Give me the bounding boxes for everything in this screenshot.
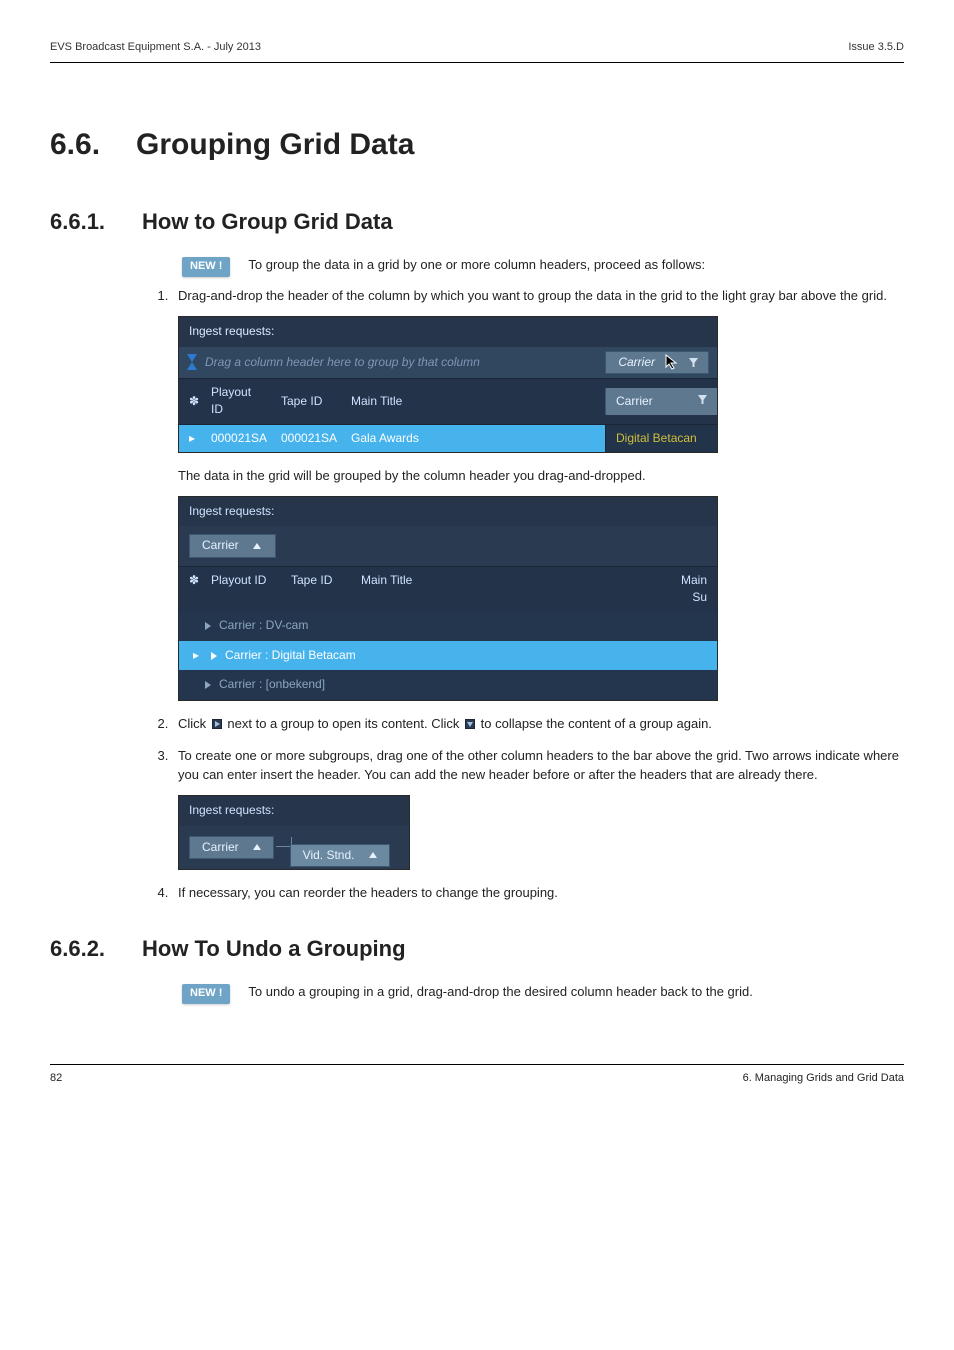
footer-section: 6. Managing Grids and Grid Data [743,1071,904,1087]
page-header-left: EVS Broadcast Equipment S.A. - July 2013 [50,40,261,56]
step-2-text-b: next to a group to open its content. Cli… [227,716,459,731]
section-title: Grouping Grid Data [136,123,414,167]
shot2-header-row: ✽ Playout ID Tape ID Main Title Main Su [179,566,717,612]
screenshot-2: Ingest requests: Carrier ✽ Playout ID Ta… [178,496,718,701]
page-header-right: Issue 3.5.D [848,40,904,56]
shot3-chip-carrier[interactable]: Carrier [189,836,274,859]
group-row-onbekend[interactable]: Carrier : [onbekend] [179,670,717,699]
col-main-su[interactable]: Main Su [657,567,717,612]
chip-label: Carrier [202,839,239,856]
shot2-title: Ingest requests: [179,497,717,526]
shot3-title: Ingest requests: [179,796,409,825]
expand-right-icon [212,719,222,729]
insert-arrows-icon [187,354,197,370]
step-3-text: To create one or more subgroups, drag on… [178,748,899,782]
subsection-heading-1: 6.6.1. How to Group Grid Data [50,206,904,238]
col-main-title[interactable]: Main Title [351,567,657,612]
screenshot-3: Ingest requests: Carrier Vid. Stnd. [178,795,410,870]
intro-text-1: To group the data in a grid by one or mo… [248,256,904,275]
sort-ascending-icon [253,844,261,850]
step-4-text: If necessary, you can reorder the header… [178,885,558,900]
intro-text-2: To undo a grouping in a grid, drag-and-d… [248,983,904,1002]
chip-label: Vid. Stnd. [303,847,355,864]
step-1-text: Drag-and-drop the header of the column b… [178,288,887,303]
shot3-chip-vidstnd[interactable]: Vid. Stnd. [290,844,390,867]
row-marker-icon: ▸ [193,647,203,664]
step-3: To create one or more subgroups, drag on… [172,747,904,869]
subsection-number-2: 6.6.2. [50,933,118,965]
subsection-heading-2: 6.6.2. How To Undo a Grouping [50,933,904,965]
shot1-carrier-chip[interactable]: Carrier [605,351,709,374]
group-label: Carrier : Digital Betacam [225,647,356,664]
star-column-icon[interactable]: ✽ [179,388,201,415]
expand-icon[interactable] [205,622,211,630]
col-playout[interactable]: Playout ID [201,379,271,424]
after-shot1-text: The data in the grid will be grouped by … [178,467,904,486]
group-row-dvcam[interactable]: Carrier : DV-cam [179,611,717,640]
subsection-number-1: 6.6.1. [50,206,118,238]
filter-icon [689,358,698,367]
cell-main-title: Gala Awards [341,425,605,452]
page-number: 82 [50,1071,62,1087]
group-label: Carrier : DV-cam [219,617,308,634]
expand-icon[interactable] [205,681,211,689]
carrier-chip-label: Carrier [618,354,655,371]
section-number: 6.6. [50,123,100,167]
group-row-digital-betacam[interactable]: ▸ Carrier : Digital Betacam [179,641,717,670]
subsection-title-2: How To Undo a Grouping [142,933,406,965]
shot2-group-bar[interactable]: Carrier [179,526,717,565]
shot1-dropzone[interactable]: Drag a column header here to group by th… [179,347,717,378]
shot1-header-row: ✽ Playout ID Tape ID Main Title Carrier [179,378,717,424]
step-4: If necessary, you can reorder the header… [172,884,904,903]
shot2-carrier-chip[interactable]: Carrier [189,534,276,557]
shot1-data-row[interactable]: ▸ 000021SA 000021SA Gala Awards Digital … [179,424,717,452]
cursor-icon [665,354,679,370]
col-main-title[interactable]: Main Title [341,388,605,415]
section-heading: 6.6. Grouping Grid Data [50,123,904,167]
shot1-title: Ingest requests: [179,317,717,346]
star-column-icon[interactable]: ✽ [179,567,201,612]
screenshot-1: Ingest requests: Drag a column header he… [178,316,718,453]
col-tape[interactable]: Tape ID [271,388,341,415]
shot1-dropzone-text: Drag a column header here to group by th… [205,354,480,371]
sort-ascending-icon [369,852,377,858]
row-marker-icon: ▸ [179,425,201,452]
expand-icon[interactable] [211,652,217,660]
new-badge: NEW ! [182,984,230,1004]
new-badge: NEW ! [182,257,230,277]
col-carrier[interactable]: Carrier [605,388,717,415]
group-label: Carrier : [onbekend] [219,676,325,693]
sort-ascending-icon [253,543,261,549]
step-2-text-c: to collapse the content of a group again… [481,716,712,731]
collapse-down-icon [465,719,475,729]
step-2: Click next to a group to open its conten… [172,715,904,734]
cell-tape: 000021SA [271,425,341,452]
shot2-carrier-chip-label: Carrier [202,537,239,554]
shot3-group-bar[interactable]: Carrier Vid. Stnd. [179,826,409,869]
col-playout[interactable]: Playout ID [201,567,281,612]
cell-playout: 000021SA [201,425,271,452]
col-tape[interactable]: Tape ID [281,567,351,612]
subsection-title-1: How to Group Grid Data [142,206,393,238]
cell-carrier: Digital Betacan [605,425,717,452]
col-carrier-label: Carrier [616,394,653,408]
filter-icon [698,395,707,404]
step-2-text-a: Click [178,716,206,731]
step-1: Drag-and-drop the header of the column b… [172,287,904,700]
steps-list: Drag-and-drop the header of the column b… [172,287,904,903]
